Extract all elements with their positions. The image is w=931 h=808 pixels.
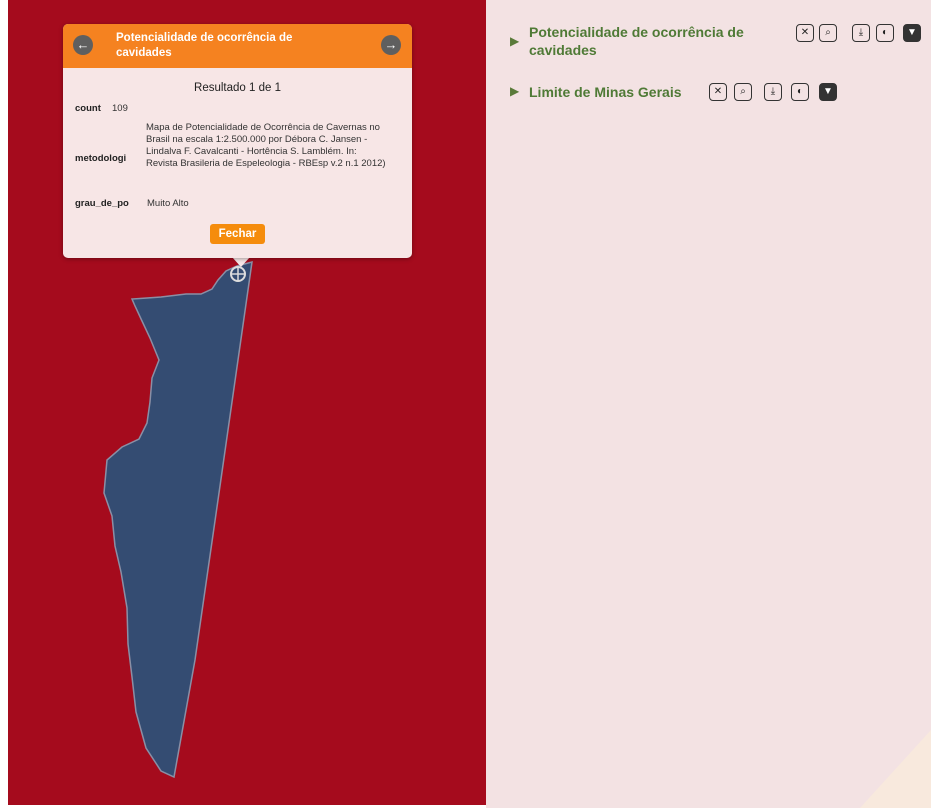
feature-popup: ← Potencialidade de ocorrência de cavida… bbox=[63, 24, 412, 258]
zoom-layer-1-icon[interactable]: ⌕ bbox=[819, 24, 837, 42]
layer-2-name[interactable]: Limite de Minas Gerais bbox=[529, 83, 699, 101]
field-value-metodologia: Mapa de Potencialidade de Ocorrência de … bbox=[146, 122, 386, 169]
close-popup-button[interactable]: Fechar bbox=[210, 224, 265, 244]
previous-result-button[interactable]: ← bbox=[73, 35, 93, 55]
field-key-grau: grau_de_po bbox=[75, 198, 129, 209]
field-value-grau: Muito Alto bbox=[147, 198, 189, 209]
map-left-border bbox=[0, 0, 8, 808]
expand-layer-1-icon[interactable]: ▶ bbox=[510, 34, 519, 48]
download-layer-1-icon[interactable]: ⤓ bbox=[852, 24, 870, 42]
download-layer-2-icon[interactable]: ⤓ bbox=[764, 83, 782, 101]
filter-layer-2-icon[interactable]: ▼ bbox=[819, 83, 837, 101]
layer-1-name[interactable]: Potencialidade de ocorrência de cavidade… bbox=[529, 23, 777, 59]
field-key-count: count bbox=[75, 103, 101, 114]
label-layer-2-icon[interactable]: ◐ bbox=[791, 83, 809, 101]
label-layer-1-icon[interactable]: ◐ bbox=[876, 24, 894, 42]
field-key-metodologia: metodologi bbox=[75, 153, 127, 164]
field-value-count: 109 bbox=[112, 103, 128, 114]
remove-layer-2-icon[interactable]: ✕ bbox=[709, 83, 727, 101]
next-result-button[interactable]: → bbox=[381, 35, 401, 55]
result-counter: Resultado 1 de 1 bbox=[194, 82, 281, 94]
zoom-layer-2-icon[interactable]: ⌕ bbox=[734, 83, 752, 101]
popup-header: ← Potencialidade de ocorrência de cavida… bbox=[63, 24, 412, 68]
popup-title: Potencialidade de ocorrência de cavidade… bbox=[116, 32, 293, 59]
corner-map-fragment bbox=[860, 730, 931, 808]
popup-pointer bbox=[232, 257, 250, 267]
filter-layer-1-icon[interactable]: ▼ bbox=[903, 24, 921, 42]
expand-layer-2-icon[interactable]: ▶ bbox=[510, 84, 519, 98]
remove-layer-1-icon[interactable]: ✕ bbox=[796, 24, 814, 42]
